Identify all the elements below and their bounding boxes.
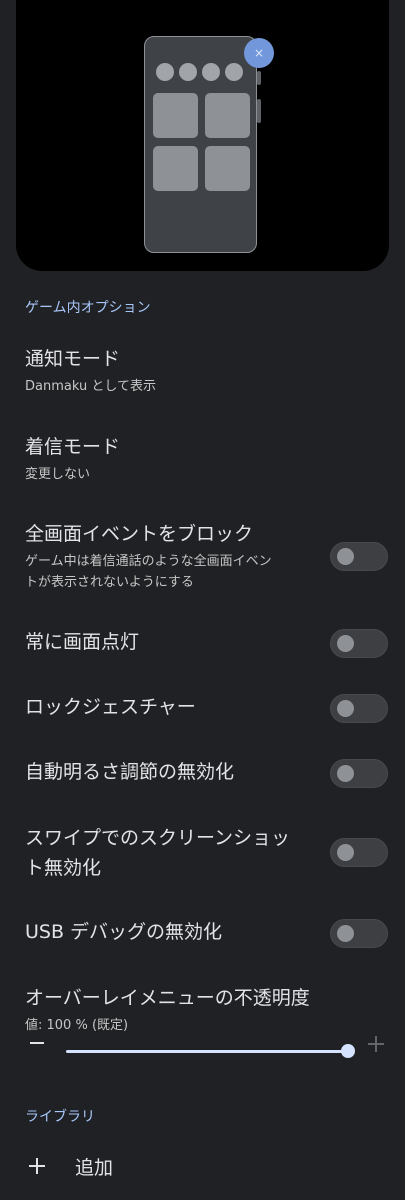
slider-track[interactable] [66,1050,348,1053]
setting-title: 全画面イベントをブロック [25,523,254,545]
setting-call-mode[interactable]: 着信モード 変更しない [0,428,405,498]
section-header-library: ライブラリ [25,1109,95,1125]
setting-block-fullscreen[interactable]: 全画面イベントをブロック ゲーム中は着信通話のような全画面イベン トが表示されな… [0,516,405,600]
setting-title: USB デバッグの無効化 [25,921,223,943]
slider-thumb[interactable] [341,1044,355,1058]
setting-disable-auto-brightness[interactable]: 自動明るさ調節の無効化 [0,755,405,795]
add-label: 追加 [75,1157,114,1179]
game-overlay-preview: × [16,0,389,271]
setting-title: ト無効化 [25,857,102,879]
section-header-game-options: ゲーム内オプション [25,300,151,316]
screen-on-toggle[interactable] [330,629,388,658]
add-icon[interactable] [29,1158,45,1174]
setting-title: ロックジェスチャー [25,696,196,718]
increase-icon[interactable] [368,1036,384,1052]
setting-summary: ゲーム中は着信通話のような全画面イベン [25,554,272,569]
block-fullscreen-toggle[interactable] [330,542,388,571]
disable-usb-debug-toggle[interactable] [330,919,388,948]
setting-lock-gesture[interactable]: ロックジェスチャー [0,690,405,730]
setting-title: 常に画面点灯 [25,631,140,653]
app-dot-icon [179,63,197,81]
app-dot-icon [225,63,243,81]
phone-side-button [257,99,261,123]
setting-summary: トが表示されないようにする [25,575,194,590]
app-tile [205,146,250,191]
app-dot-icon [156,63,174,81]
setting-overlay-opacity: オーバーレイメニューの不透明度 値: 100 % (既定) [0,980,405,1033]
decrease-icon[interactable] [30,1042,44,1044]
app-tile [153,146,198,191]
lock-gesture-toggle[interactable] [330,694,388,723]
setting-title: オーバーレイメニューの不透明度 [25,987,310,1009]
overlay-fab-icon: × [244,38,274,68]
setting-disable-swipe-screenshot[interactable]: スワイプでのスクリーンショッ ト無効化 [0,820,405,890]
disable-auto-brightness-toggle[interactable] [330,759,388,788]
setting-notification-mode[interactable]: 通知モード Danmaku として表示 [0,340,405,410]
library-add-item[interactable]: 追加 [0,1140,405,1196]
setting-title: 自動明るさ調節の無効化 [25,761,235,783]
setting-summary: Danmaku として表示 [25,379,156,394]
phone-mockup [144,36,261,253]
phone-side-button [257,71,261,85]
disable-swipe-screenshot-toggle[interactable] [330,838,388,867]
app-dot-icon [202,63,220,81]
setting-disable-usb-debug[interactable]: USB デバッグの無効化 [0,915,405,955]
setting-summary: 変更しない [25,467,91,482]
setting-title: 着信モード [25,436,121,458]
app-tile [205,93,250,138]
setting-title: スワイプでのスクリーンショッ [25,827,291,849]
overlay-opacity-slider[interactable] [0,1030,405,1070]
app-tile [153,93,198,138]
setting-screen-on[interactable]: 常に画面点灯 [0,625,405,665]
setting-title: 通知モード [25,348,121,370]
